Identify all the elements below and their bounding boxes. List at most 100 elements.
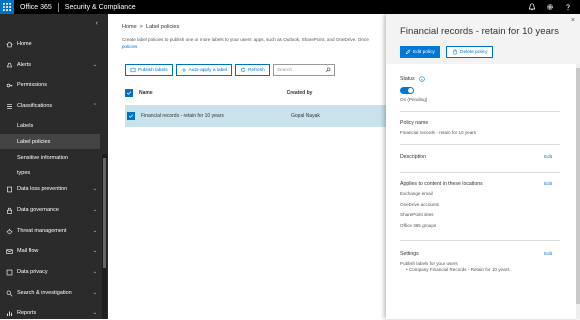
edit-locations-link[interactable]: Edit (544, 181, 552, 186)
edit-policy-button[interactable]: Edit policy (400, 46, 440, 58)
divider (400, 240, 560, 241)
alert-icon (5, 61, 13, 69)
nav-item-label: Data privacy (17, 269, 48, 275)
chevron-down-icon: ⌄ (92, 186, 97, 192)
bell-icon[interactable] (528, 3, 536, 11)
delete-policy-label: Delete policy (460, 49, 488, 55)
nav-item-data-governance[interactable]: Data governance ⌄ (0, 203, 100, 217)
auto-apply-icon (181, 67, 186, 73)
policy-name-label: Policy name (400, 120, 429, 126)
left-nav: ‹ Home Alerts ⌄ Permissions Classificati… (0, 14, 108, 319)
row-created-by: Gopal Nayak (291, 113, 320, 119)
select-all-checkbox[interactable] (125, 89, 133, 97)
delete-policy-button[interactable]: Delete policy (446, 46, 494, 58)
nav-item-classifications[interactable]: Classifications ⌃ (0, 99, 100, 113)
scrollbar-thumb[interactable] (576, 68, 580, 304)
nav-item-label: Alerts (17, 62, 32, 68)
row-policy-name: Financial records - retain for 10 years (141, 113, 224, 119)
nav-item-label: Search & investigation (17, 290, 72, 296)
column-header-name[interactable]: Name (139, 90, 287, 96)
chevron-down-icon: ⌄ (92, 269, 97, 275)
nav-item-mail-flow[interactable]: Mail flow ⌄ (0, 244, 100, 258)
row-checkbox[interactable] (127, 112, 135, 120)
panel-title: Financial records - retain for 10 years (400, 26, 559, 37)
lock-icon (5, 206, 13, 214)
nav-item-home[interactable]: Home (0, 37, 100, 51)
nav-scrollbar[interactable] (102, 154, 107, 319)
table-row[interactable]: Financial records - retain for 10 years … (125, 105, 403, 127)
nav-item-threat-management[interactable]: Threat management ⌄ (0, 224, 100, 238)
status-toggle[interactable] (400, 87, 414, 94)
intro-link[interactable]: policies (122, 44, 137, 49)
scrollbar-thumb[interactable] (103, 158, 106, 268)
nav-item-label: Threat management (17, 228, 67, 234)
info-icon[interactable] (419, 76, 425, 82)
search-icon[interactable] (325, 67, 331, 73)
refresh-label: Refresh (248, 67, 265, 73)
settings-label: Settings (400, 251, 419, 257)
refresh-button[interactable]: Refresh (235, 64, 270, 76)
nav-sub-types[interactable]: types (0, 165, 100, 180)
gear-icon[interactable] (546, 3, 554, 11)
location-item: SharePoint sites (400, 212, 434, 217)
auto-apply-label: Auto-apply a label (188, 67, 228, 73)
chevron-down-icon: ⌄ (92, 290, 97, 296)
nav-item-label: Mail flow (17, 248, 39, 254)
nav-item-search-investigation[interactable]: Search & investigation ⌄ (0, 286, 100, 300)
auto-apply-button[interactable]: Auto-apply a label (175, 64, 233, 76)
edit-settings-link[interactable]: Edit (544, 251, 552, 256)
trash-icon (453, 49, 457, 55)
publish-labels-label: Publish labels (138, 67, 168, 73)
classification-icon (5, 102, 13, 110)
panel-scrollbar[interactable] (576, 64, 580, 319)
breadcrumb-home[interactable]: Home (122, 24, 137, 30)
nav-item-alerts[interactable]: Alerts ⌄ (0, 58, 100, 72)
collapse-nav-icon[interactable]: ‹ (96, 20, 98, 27)
home-icon (5, 40, 13, 48)
search-icon (5, 289, 13, 297)
checkmark-icon (126, 91, 132, 95)
chevron-down-icon: ⌄ (92, 310, 97, 316)
app-name[interactable]: Office 365 (14, 4, 58, 11)
nav-item-permissions[interactable]: Permissions (0, 78, 100, 92)
column-header-created-by[interactable]: Created by (287, 90, 385, 96)
nav-item-label: Data loss prevention (17, 186, 68, 192)
mail-icon (5, 247, 13, 255)
close-icon[interactable]: × (571, 17, 575, 24)
settings-bullet: • Company Financial Records - Retain for… (406, 267, 510, 272)
suite-name: Security & Compliance (64, 3, 136, 11)
edit-description-link[interactable]: Edit (544, 154, 552, 159)
nav-item-dlp[interactable]: Data loss prevention ⌄ (0, 182, 100, 196)
threat-icon (5, 227, 13, 235)
breadcrumb: Home > Label policies (122, 24, 179, 30)
dlp-icon (5, 185, 13, 193)
location-item: Exchange email (400, 191, 433, 196)
nav-item-label: Data governance (17, 207, 59, 213)
nav-sub-labels[interactable]: Labels (0, 118, 100, 133)
settings-bullet-text: Company Financial Records - Retain for 1… (408, 267, 510, 272)
policy-name-value: Financial records - retain for 10 years (400, 130, 477, 135)
chevron-up-icon: ⌃ (92, 103, 97, 109)
waffle-icon[interactable] (0, 0, 14, 14)
nav-sub-label-policies[interactable]: Label policies (0, 134, 100, 149)
chevron-down-icon: ⌄ (92, 62, 97, 68)
divider (400, 144, 560, 145)
chevron-down-icon: ⌄ (92, 228, 97, 234)
publish-labels-button[interactable]: Publish labels (125, 64, 173, 76)
search-input[interactable]: Search (272, 64, 335, 76)
privacy-icon (5, 268, 13, 276)
status-value: On (Pending) (400, 97, 428, 102)
edit-policy-label: Edit policy (413, 49, 435, 55)
nav-item-data-privacy[interactable]: Data privacy ⌄ (0, 265, 100, 279)
help-icon[interactable] (564, 3, 572, 11)
search-placeholder: Search (276, 67, 293, 73)
details-panel: × Financial records - retain for 10 year… (386, 14, 580, 319)
refresh-icon (240, 67, 246, 73)
nav-sub-sensitive-info[interactable]: Sensitive information (0, 150, 100, 165)
nav-item-reports[interactable]: Reports ⌄ (0, 306, 100, 320)
nav-item-label: Reports (17, 310, 37, 316)
settings-text: Publish labels for your users (400, 261, 458, 266)
nav-item-label: Permissions (17, 82, 47, 88)
chevron-down-icon: ⌄ (92, 248, 97, 254)
chevron-down-icon: ⌄ (92, 207, 97, 213)
